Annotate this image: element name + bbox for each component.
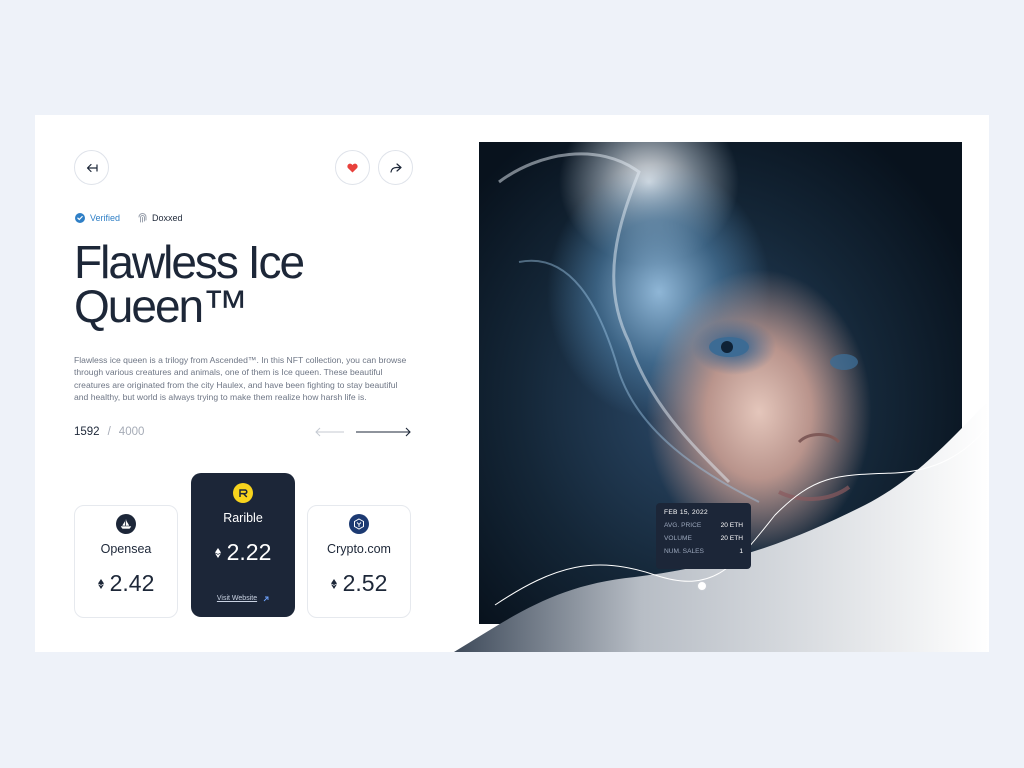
doxxed-badge: Doxxed bbox=[138, 213, 183, 223]
market-value: 2.22 bbox=[191, 539, 295, 566]
back-button[interactable] bbox=[74, 150, 109, 185]
market-value: 2.42 bbox=[75, 570, 177, 597]
tooltip-value: 1 bbox=[739, 548, 743, 555]
market-price: 2.42 bbox=[109, 570, 155, 596]
fingerprint-icon bbox=[138, 213, 147, 223]
tooltip-date: FEB 15, 2022 bbox=[664, 509, 708, 516]
visit-website-link[interactable]: Visit Website bbox=[191, 595, 295, 602]
rarible-logo-icon bbox=[233, 483, 253, 503]
prev-arrow-button[interactable] bbox=[315, 427, 344, 437]
nft-detail-card: Verified Doxxed Flawless Ice Queen™ Flaw… bbox=[35, 115, 989, 652]
badges: Verified Doxxed bbox=[75, 213, 183, 223]
like-button[interactable] bbox=[335, 150, 370, 185]
heart-icon bbox=[347, 163, 358, 173]
counter-current: 1592 bbox=[74, 426, 100, 438]
tooltip-row: VOLUME 20 ETH bbox=[664, 535, 743, 542]
price-tooltip: FEB 15, 2022 AVG. PRICE 20 ETH VOLUME 20… bbox=[656, 503, 751, 569]
collection-description: Flawless ice queen is a trilogy from Asc… bbox=[74, 355, 407, 402]
page-title: Flawless Ice Queen™ bbox=[74, 236, 305, 332]
counter-total: 4000 bbox=[118, 426, 145, 438]
visit-website-label: Visit Website bbox=[216, 595, 258, 602]
slider-arrows bbox=[315, 427, 411, 437]
next-arrow-button[interactable] bbox=[356, 427, 411, 437]
verified-badge: Verified bbox=[75, 213, 120, 223]
eth-icon bbox=[330, 578, 337, 589]
tooltip-label: VOLUME bbox=[664, 535, 692, 542]
item-counter: 1592 / 4000 bbox=[74, 426, 144, 438]
opensea-logo-icon bbox=[116, 514, 136, 534]
market-card-crypto-com[interactable]: Crypto.com 2.52 bbox=[307, 505, 411, 618]
market-value: 2.52 bbox=[308, 570, 410, 597]
market-name: Opensea bbox=[100, 542, 152, 556]
market-name: Crypto.com bbox=[327, 542, 391, 556]
eth-icon bbox=[214, 547, 221, 558]
tooltip-label: AVG. PRICE bbox=[664, 522, 702, 529]
back-arrow-icon bbox=[86, 163, 98, 172]
tooltip-value: 20 ETH bbox=[720, 522, 743, 529]
market-card-opensea[interactable]: Opensea 2.42 bbox=[74, 505, 178, 618]
counter-separator: / bbox=[107, 426, 111, 438]
verified-label: Verified bbox=[90, 213, 121, 223]
market-price: 2.22 bbox=[226, 539, 272, 565]
share-button[interactable] bbox=[378, 150, 413, 185]
chart-point-handle[interactable] bbox=[697, 581, 707, 591]
tooltip-label: NUM. SALES bbox=[664, 548, 704, 555]
share-icon bbox=[389, 162, 402, 173]
check-badge-icon bbox=[75, 213, 85, 223]
market-card-rarible[interactable]: Rarible 2.22 Visit Website bbox=[191, 473, 295, 617]
market-price: 2.52 bbox=[342, 570, 388, 596]
doxxed-label: Doxxed bbox=[152, 213, 183, 223]
crypto-com-logo-icon bbox=[349, 514, 369, 534]
eth-icon bbox=[97, 578, 104, 589]
market-name: Rarible bbox=[223, 511, 263, 525]
tooltip-row: AVG. PRICE 20 ETH bbox=[664, 522, 743, 529]
tooltip-row: NUM. SALES 1 bbox=[664, 548, 743, 555]
tooltip-value: 20 ETH bbox=[720, 535, 743, 542]
external-arrow-icon bbox=[263, 596, 269, 601]
